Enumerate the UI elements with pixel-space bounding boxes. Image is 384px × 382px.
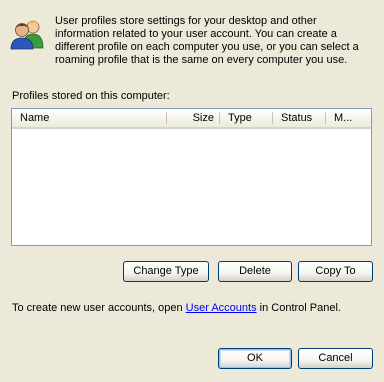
cancel-button[interactable]: Cancel bbox=[298, 348, 373, 369]
ok-button[interactable]: OK bbox=[218, 348, 292, 369]
intro-line: User profiles store settings for your de… bbox=[55, 15, 317, 27]
profiles-list-header: Name Size Type Status M... bbox=[12, 109, 371, 129]
users-icon bbox=[10, 18, 46, 50]
intro-text: User profiles store settings for your de… bbox=[55, 15, 373, 67]
intro-line: different profile on each computer you u… bbox=[55, 41, 359, 53]
footer-text: To create new user accounts, open User A… bbox=[12, 302, 341, 314]
footer-prefix: To create new user accounts, open bbox=[12, 302, 186, 314]
column-header-status[interactable]: Status bbox=[273, 109, 326, 127]
column-header-size[interactable]: Size bbox=[167, 109, 220, 127]
user-accounts-link[interactable]: User Accounts bbox=[186, 302, 257, 314]
change-type-button[interactable]: Change Type bbox=[123, 261, 209, 282]
column-header-modified[interactable]: M... bbox=[326, 109, 371, 127]
intro-line: roaming profile that is the same on ever… bbox=[55, 54, 348, 66]
footer-suffix: in Control Panel. bbox=[256, 302, 341, 314]
profiles-list[interactable]: Name Size Type Status M... bbox=[11, 108, 372, 246]
profiles-label: Profiles stored on this computer: bbox=[12, 90, 170, 102]
copy-to-button[interactable]: Copy To bbox=[298, 261, 373, 282]
column-header-name[interactable]: Name bbox=[12, 109, 167, 127]
column-header-type[interactable]: Type bbox=[220, 109, 273, 127]
delete-button[interactable]: Delete bbox=[218, 261, 292, 282]
intro-line: information related to your user account… bbox=[55, 28, 337, 40]
